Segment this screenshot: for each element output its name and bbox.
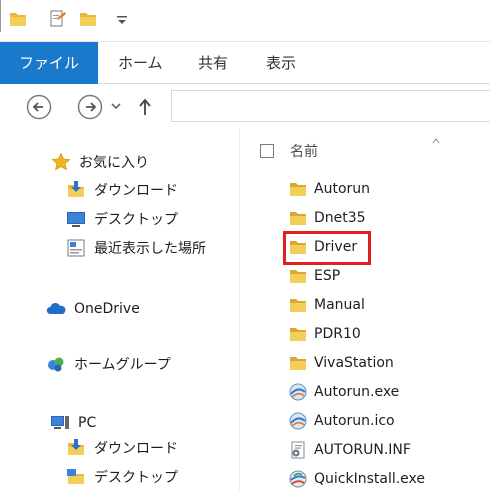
file-row[interactable]: Manual <box>288 292 365 318</box>
app-globe-icon <box>289 383 307 401</box>
file-row[interactable]: PDR10 <box>288 321 361 347</box>
sort-ascending-icon <box>432 138 440 144</box>
file-name: Autorun.ico <box>314 413 395 429</box>
downloads-folder-icon <box>68 181 84 197</box>
nav-pc-label: PC <box>78 415 97 431</box>
installer-icon <box>289 470 307 488</box>
properties-icon[interactable] <box>48 9 68 29</box>
file-name: Manual <box>314 297 365 313</box>
folder-icon <box>290 299 306 312</box>
folder-icon <box>290 183 306 196</box>
tab-file[interactable]: ファイル <box>0 42 98 84</box>
nav-desktop[interactable]: デスクトップ <box>66 206 178 232</box>
toolbar-separator <box>0 16 1 32</box>
nav-favorites[interactable]: お気に入り <box>51 149 149 175</box>
file-row[interactable]: Autorun <box>288 176 370 202</box>
file-row[interactable]: Dnet35 <box>288 205 366 231</box>
file-row[interactable]: QuickInstall.exe <box>288 466 425 492</box>
nav-pc[interactable]: PC <box>50 410 96 436</box>
customize-dropdown-icon[interactable] <box>112 9 132 29</box>
folder-icon[interactable] <box>8 9 28 29</box>
file-row[interactable]: AUTORUN.INF <box>288 437 411 463</box>
navigation-pane: お気に入り ダウンロード デスクトップ 最近表示した場所 OneDrive ホー… <box>0 128 239 492</box>
file-name: VivaStation <box>314 355 394 371</box>
file-row[interactable]: Autorun.ico <box>288 408 395 434</box>
folder-icon <box>290 270 306 283</box>
file-row[interactable]: VivaStation <box>288 350 394 376</box>
downloads-folder-icon <box>68 439 84 455</box>
folder-icon <box>290 212 306 225</box>
nav-homegroup-label: ホームグループ <box>74 357 171 373</box>
nav-pc-desktop[interactable]: デスクトップ <box>66 464 178 490</box>
tab-share[interactable]: 共有 <box>198 42 228 84</box>
column-header-name-label: 名前 <box>290 144 318 160</box>
star-icon <box>51 152 71 171</box>
file-row[interactable]: ESP <box>288 263 340 289</box>
nav-downloads-label: ダウンロード <box>94 183 178 199</box>
onedrive-cloud-icon <box>46 302 66 314</box>
forward-arrow-icon[interactable] <box>77 94 103 120</box>
nav-pc-downloads[interactable]: ダウンロード <box>66 435 178 461</box>
ribbon-tabs: ファイル ホーム 共有 表示 <box>0 42 490 84</box>
nav-recent-places[interactable]: 最近表示した場所 <box>66 235 206 261</box>
tab-view[interactable]: 表示 <box>266 42 296 84</box>
file-row[interactable]: Autorun.exe <box>288 379 399 405</box>
nav-downloads[interactable]: ダウンロード <box>66 177 178 203</box>
quick-access-toolbar <box>0 0 490 42</box>
select-all-checkbox[interactable] <box>260 144 274 158</box>
column-header-name[interactable]: 名前 <box>260 138 318 164</box>
homegroup-icon <box>48 357 64 372</box>
nav-pc-downloads-label: ダウンロード <box>94 441 178 457</box>
file-name: PDR10 <box>314 326 361 342</box>
file-name: AUTORUN.INF <box>314 442 411 458</box>
file-name: Autorun <box>314 181 371 197</box>
recent-locations-chevron-icon[interactable] <box>108 98 124 114</box>
app-globe-icon <box>289 412 307 430</box>
address-row <box>0 84 490 128</box>
file-list: 名前 Autorun Dnet35 Driver ESP Manual PDR1… <box>240 128 490 492</box>
file-name: Dnet35 <box>314 210 366 226</box>
nav-favorites-label: お気に入り <box>79 155 149 171</box>
address-bar[interactable] <box>171 90 490 122</box>
folder-icon <box>290 357 306 370</box>
settings-file-icon <box>291 441 305 459</box>
highlight-annotation <box>283 231 371 265</box>
pc-icon <box>51 416 69 429</box>
file-name: QuickInstall.exe <box>314 471 426 487</box>
tab-home[interactable]: ホーム <box>118 42 163 84</box>
folder-icon <box>290 328 306 341</box>
nav-onedrive[interactable]: OneDrive <box>46 296 140 322</box>
nav-recent-places-label: 最近表示した場所 <box>94 241 206 257</box>
nav-homegroup[interactable]: ホームグループ <box>46 351 171 377</box>
file-name: ESP <box>314 268 341 284</box>
nav-desktop-label: デスクトップ <box>94 212 178 228</box>
desktop-folder-icon <box>67 469 84 484</box>
toolbar-separator <box>0 0 1 16</box>
desktop-icon <box>67 212 85 227</box>
back-arrow-icon[interactable] <box>26 94 52 120</box>
new-folder-icon[interactable] <box>78 9 98 29</box>
nav-pc-desktop-label: デスクトップ <box>94 470 178 486</box>
nav-onedrive-label: OneDrive <box>74 301 140 317</box>
up-arrow-icon[interactable] <box>136 97 154 117</box>
file-name: Autorun.exe <box>314 384 400 400</box>
recent-places-icon <box>67 239 85 257</box>
